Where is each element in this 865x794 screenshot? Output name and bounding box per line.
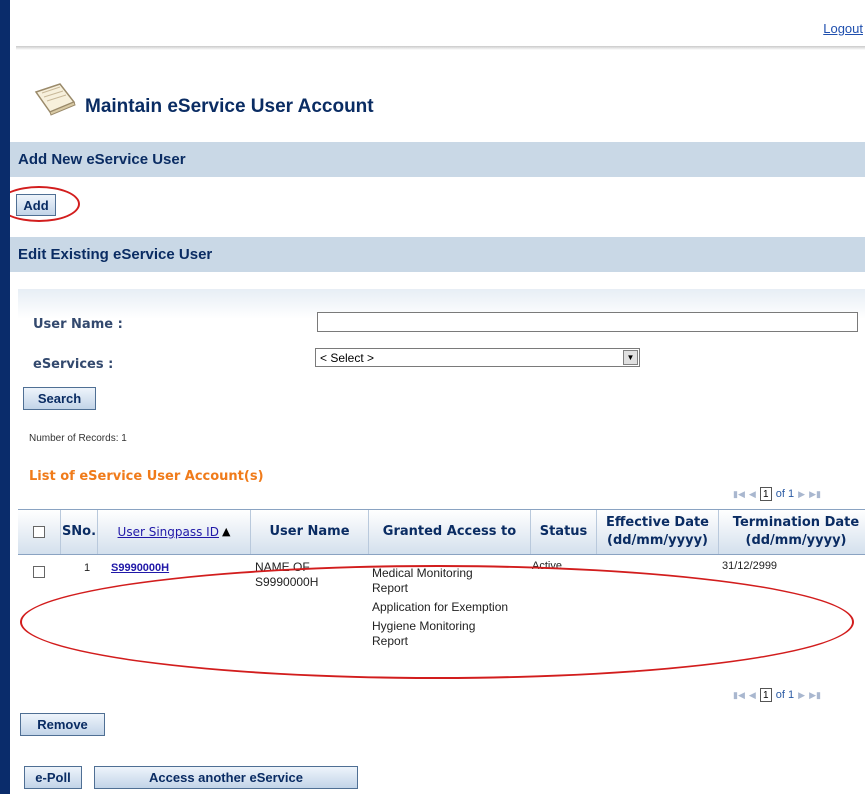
select-all-checkbox[interactable] <box>33 526 45 538</box>
page-count-label: of 1 <box>775 488 795 500</box>
dropdown-arrow-icon[interactable]: ▼ <box>623 350 638 365</box>
access-item: Medical Monitoring Report <box>372 566 473 595</box>
pager-top: ▮◀ ◀ 1 of 1 ▶ ▶▮ <box>733 487 821 501</box>
col-status: Status <box>530 510 596 554</box>
col-sno: SNo. <box>60 510 97 554</box>
page-count-label: of 1 <box>775 689 795 701</box>
last-page-icon[interactable]: ▶▮ <box>809 489 821 500</box>
epoll-button[interactable]: e-Poll <box>24 766 82 789</box>
edit-section-title: Edit Existing eService User <box>18 246 213 263</box>
access-item: Application for Exemption <box>372 600 509 614</box>
results-grid-header: SNo. User Singpass ID ▲ User Name Grante… <box>18 509 865 555</box>
first-page-icon[interactable]: ▮◀ <box>733 489 745 500</box>
row-status: Active <box>532 560 562 572</box>
col-effective-date: Effective Date (dd/mm/yyyy) <box>596 510 718 554</box>
remove-button[interactable]: Remove <box>20 713 105 736</box>
add-button[interactable]: Add <box>16 194 56 216</box>
row-termination-date: 31/12/2999 <box>722 560 778 572</box>
singpass-id-sort-link[interactable]: User Singpass ID <box>118 523 219 541</box>
row-granted-access: Medical Monitoring Report Application fo… <box>372 566 512 653</box>
row-user-name: NAME OF S9990000H <box>255 560 319 589</box>
page-number-input[interactable]: 1 <box>759 688 772 702</box>
top-divider <box>16 46 865 50</box>
notepad-icon <box>34 83 76 116</box>
first-page-icon[interactable]: ▮◀ <box>733 690 745 701</box>
next-page-icon[interactable]: ▶ <box>798 690 805 701</box>
add-section-header: Add New eService User <box>10 142 865 177</box>
col-granted-access: Granted Access to <box>368 510 530 554</box>
eservices-selected-value: < Select > <box>320 351 375 365</box>
sort-ascending-icon[interactable]: ▲ <box>222 523 230 541</box>
eservices-label: eServices : <box>33 357 114 372</box>
page-title: Maintain eService User Account <box>85 96 374 117</box>
last-page-icon[interactable]: ▶▮ <box>809 690 821 701</box>
page-number-input[interactable]: 1 <box>759 487 772 501</box>
user-name-input[interactable] <box>317 312 858 332</box>
add-section-title: Add New eService User <box>18 151 186 168</box>
prev-page-icon[interactable]: ◀ <box>749 489 756 500</box>
col-user-name: User Name <box>250 510 368 554</box>
select-all-cell <box>18 510 60 554</box>
access-item: Hygiene Monitoring Report <box>372 619 476 648</box>
edit-section-header: Edit Existing eService User <box>10 237 865 272</box>
user-name-label: User Name : <box>33 317 123 332</box>
next-page-icon[interactable]: ▶ <box>798 489 805 500</box>
search-button[interactable]: Search <box>23 387 96 410</box>
records-count: Number of Records: 1 <box>29 433 127 444</box>
access-another-eservice-button[interactable]: Access another eService <box>94 766 358 789</box>
eservices-select[interactable]: < Select > ▼ <box>315 348 640 367</box>
page-content: Logout Maintain eService User Account Ad… <box>10 0 865 794</box>
prev-page-icon[interactable]: ◀ <box>749 690 756 701</box>
pager-bottom: ▮◀ ◀ 1 of 1 ▶ ▶▮ <box>733 688 821 702</box>
row-sno: 1 <box>84 562 91 574</box>
col-singpass-id[interactable]: User Singpass ID ▲ <box>97 510 250 554</box>
logout-link[interactable]: Logout <box>823 21 863 36</box>
row-singpass-id-link[interactable]: S9990000H <box>111 562 169 574</box>
col-termination-date: Termination Date (dd/mm/yyyy) <box>718 510 865 554</box>
list-title: List of eService User Account(s) <box>29 469 264 484</box>
row-checkbox[interactable] <box>33 566 45 578</box>
